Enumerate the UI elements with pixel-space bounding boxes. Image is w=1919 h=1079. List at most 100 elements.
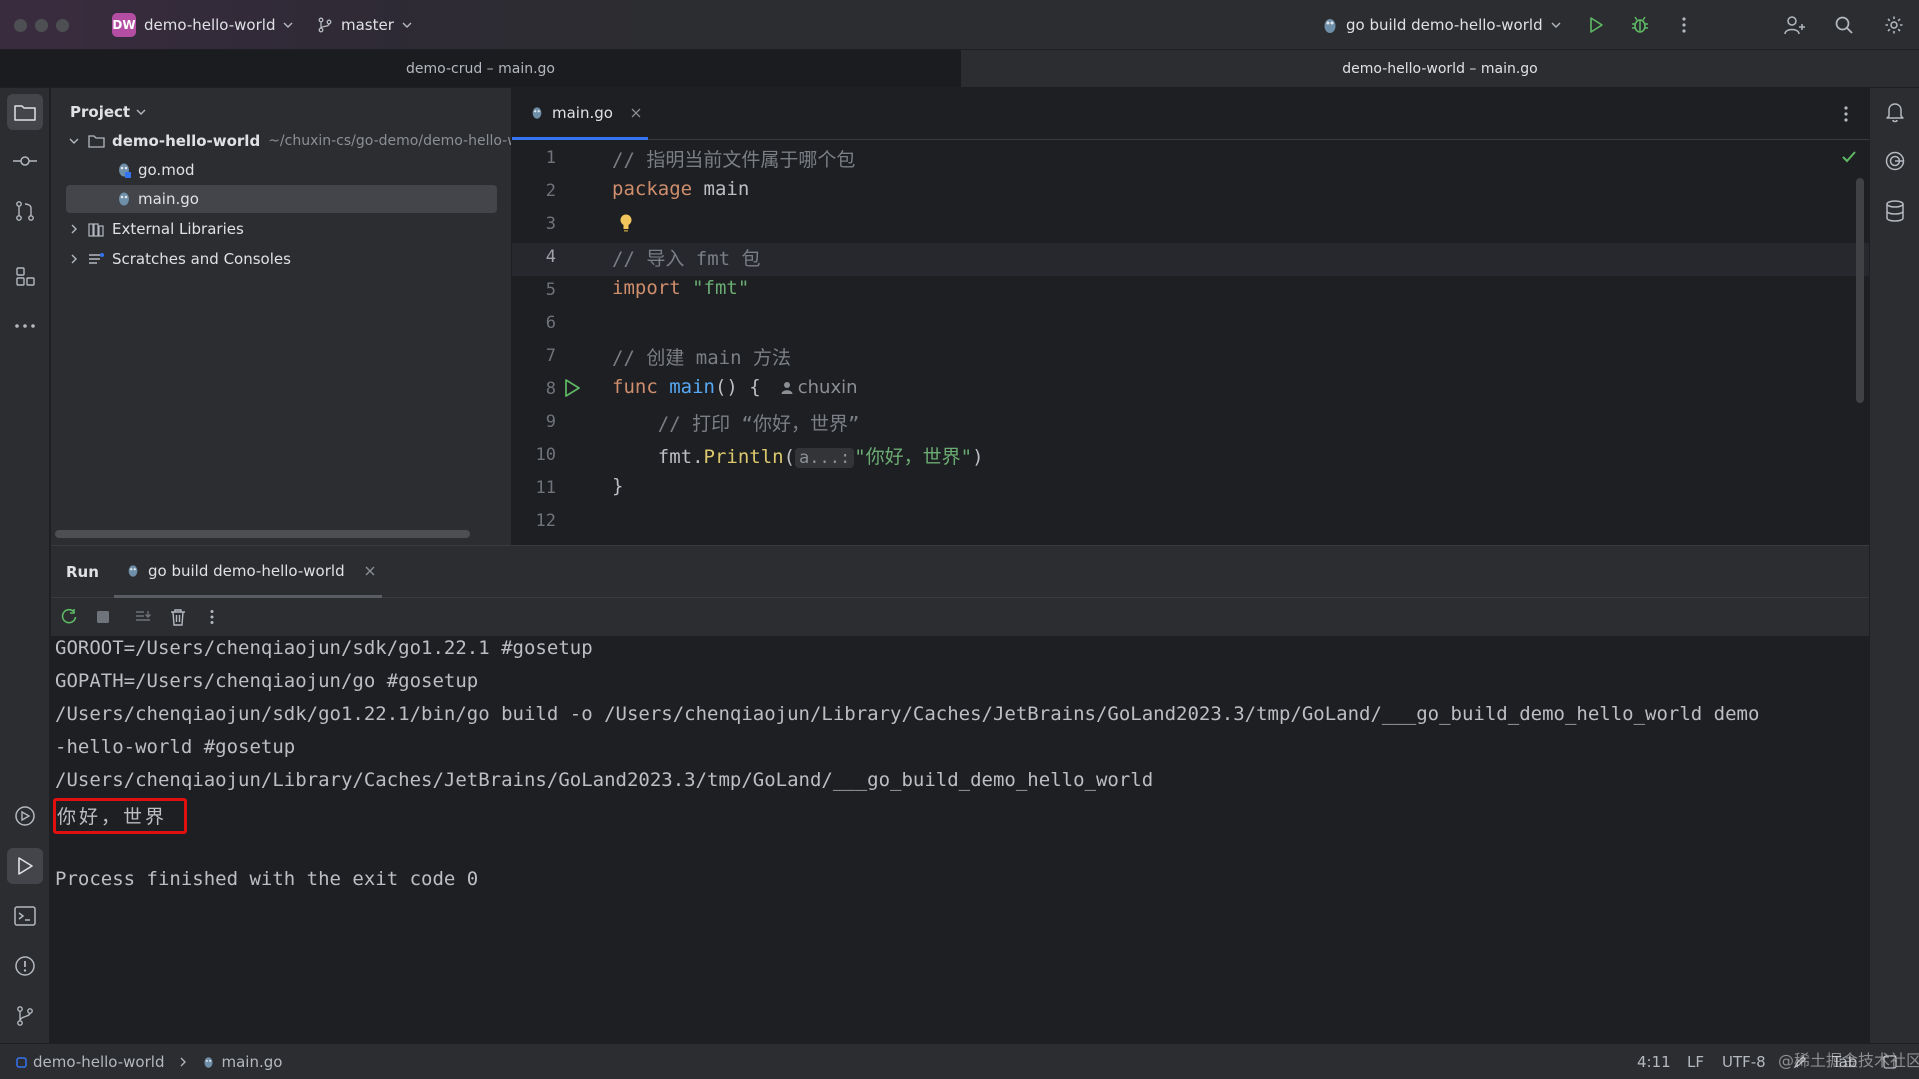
code-punctuation: } xyxy=(612,475,624,497)
window-tab-demo-crud[interactable]: demo-crud – main.go xyxy=(0,50,961,87)
warning-circle-icon xyxy=(15,956,35,976)
author-inlay[interactable]: chuxin xyxy=(781,377,858,398)
zoom-window-button[interactable] xyxy=(56,19,69,32)
tree-item-label: External Libraries xyxy=(112,220,244,238)
terminal-tool-button[interactable] xyxy=(7,898,43,934)
run-tool-button[interactable] xyxy=(7,848,43,884)
folder-icon xyxy=(14,105,36,121)
search-everywhere-button[interactable] xyxy=(1830,12,1858,38)
left-tool-strip xyxy=(0,88,50,1043)
problems-tool-button[interactable] xyxy=(7,948,43,984)
notifications-button[interactable] xyxy=(1877,94,1913,130)
commit-icon xyxy=(13,156,37,166)
run-more-actions-button[interactable] xyxy=(201,606,223,628)
line-number: 9 xyxy=(545,412,556,432)
chevron-right-icon[interactable] xyxy=(68,253,80,265)
code-line-1[interactable]: // 指明当前文件属于哪个包 xyxy=(612,145,855,172)
code-line-8[interactable]: func main() {chuxin xyxy=(612,376,858,398)
clear-console-button[interactable] xyxy=(167,606,189,628)
breadcrumb-project[interactable]: demo-hello-world xyxy=(33,1053,164,1071)
caret-position[interactable]: 4:11 xyxy=(1637,1053,1671,1071)
pull-requests-tool-button[interactable] xyxy=(7,193,43,229)
breadcrumb-file[interactable]: main.go xyxy=(221,1053,282,1071)
tree-item-project-root[interactable]: demo-hello-world ~/chuxin-cs/go-demo/dem… xyxy=(66,127,511,155)
tree-item-label: Scratches and Consoles xyxy=(112,250,291,268)
close-icon[interactable] xyxy=(365,566,375,576)
tree-item-external-libraries[interactable]: External Libraries xyxy=(66,215,244,243)
project-switcher[interactable]: DW demo-hello-world xyxy=(112,12,293,38)
inspection-ok-icon[interactable] xyxy=(1841,150,1857,164)
more-actions-button[interactable] xyxy=(1670,12,1698,38)
project-panel-title[interactable]: Project xyxy=(70,103,146,121)
chevron-down-icon[interactable] xyxy=(68,135,80,147)
commit-tool-button[interactable] xyxy=(7,143,43,179)
ai-assistant-button[interactable] xyxy=(1877,143,1913,179)
output-highlight-box xyxy=(53,798,187,834)
debug-button[interactable] xyxy=(1626,12,1654,38)
code-line-7[interactable]: // 创建 main 方法 xyxy=(612,343,791,370)
line-ending[interactable]: LF xyxy=(1687,1053,1704,1071)
editor-tab-main-go[interactable]: main.go xyxy=(512,88,648,140)
code-punctuation: () { xyxy=(714,376,761,398)
run-tab-go-build[interactable]: go build demo-hello-world xyxy=(114,546,382,598)
stop-button[interactable] xyxy=(92,606,114,628)
more-horizontal-icon xyxy=(15,324,35,328)
user-icon xyxy=(781,382,793,394)
code-string: "fmt" xyxy=(680,277,750,299)
run-button[interactable] xyxy=(1582,12,1610,38)
tree-item-main-go[interactable]: main.go xyxy=(66,185,497,213)
code-with-me-button[interactable] xyxy=(1781,12,1809,38)
services-icon xyxy=(15,806,35,826)
more-tools-button[interactable] xyxy=(7,308,43,344)
editor-vertical-scrollbar[interactable] xyxy=(1856,178,1864,403)
project-tool-button[interactable] xyxy=(7,94,43,130)
run-tool-window: Run go build demo-hello-world GOROOT=/Us… xyxy=(51,545,1869,1043)
file-encoding[interactable]: UTF-8 xyxy=(1722,1053,1766,1071)
branch-name: master xyxy=(341,16,394,34)
code-line-2[interactable]: package main xyxy=(612,178,749,200)
more-vertical-icon xyxy=(1682,17,1686,33)
right-tool-strip xyxy=(1869,88,1919,1043)
run-gutter-icon[interactable] xyxy=(562,378,582,398)
rerun-button[interactable] xyxy=(58,606,80,628)
code-line-9[interactable]: // 打印 “你好，世界” xyxy=(612,409,860,436)
code-function-call: Println xyxy=(703,446,784,468)
scratches-icon xyxy=(89,252,104,264)
author-name: chuxin xyxy=(797,377,858,398)
go-file-icon xyxy=(119,192,129,206)
database-tool-button[interactable] xyxy=(1877,193,1913,229)
line-number: 6 xyxy=(545,313,556,333)
more-vertical-icon[interactable] xyxy=(1843,105,1849,123)
structure-icon xyxy=(16,267,35,286)
chevron-right-icon[interactable] xyxy=(68,223,80,235)
minimize-window-button[interactable] xyxy=(35,19,48,32)
window-tab-demo-hello-world[interactable]: demo-hello-world – main.go xyxy=(961,50,1919,87)
lightbulb-icon[interactable] xyxy=(618,213,634,233)
code-line-10[interactable]: fmt.Println(a...: "你好，世界") xyxy=(612,442,984,469)
code-editor: main.go 1 2 3 4 5 6 7 8 9 10 11 12 // 指明… xyxy=(512,88,1869,545)
code-line-11[interactable]: } xyxy=(612,475,623,497)
line-number: 10 xyxy=(535,445,556,465)
run-configuration-selector[interactable]: go build demo-hello-world xyxy=(1322,12,1561,38)
code-line-4[interactable]: // 导入 fmt 包 xyxy=(612,244,761,271)
editor-tab-bar: main.go xyxy=(512,88,1869,140)
settings-button[interactable] xyxy=(1880,12,1908,38)
code-string: "你好，世界" xyxy=(854,446,973,468)
search-icon xyxy=(1835,16,1853,34)
tree-item-go-mod[interactable]: go.mod xyxy=(66,156,195,184)
structure-tool-button[interactable] xyxy=(7,258,43,294)
code-line-5[interactable]: import "fmt" xyxy=(612,277,749,299)
play-icon xyxy=(18,857,33,875)
scroll-to-end-button[interactable] xyxy=(132,606,154,628)
project-horizontal-scrollbar[interactable] xyxy=(55,530,470,538)
services-tool-button[interactable] xyxy=(7,798,43,834)
tree-item-scratches[interactable]: Scratches and Consoles xyxy=(66,245,291,273)
git-tool-button[interactable] xyxy=(7,998,43,1034)
line-number: 4 xyxy=(545,247,556,267)
git-branch-icon xyxy=(17,1006,33,1026)
add-user-icon xyxy=(1784,16,1805,35)
close-window-button[interactable] xyxy=(14,19,27,32)
go-file-icon xyxy=(532,106,542,119)
close-icon[interactable] xyxy=(631,108,641,118)
branch-switcher[interactable]: master xyxy=(317,12,412,38)
